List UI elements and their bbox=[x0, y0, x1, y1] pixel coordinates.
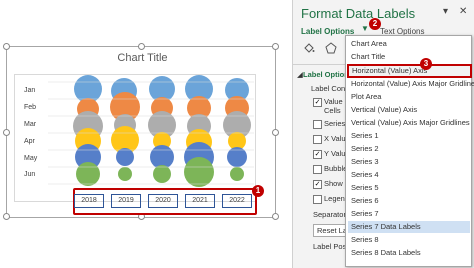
dropdown-item[interactable]: Vertical (Value) Axis bbox=[348, 104, 470, 116]
checkbox-label: Bubble bbox=[324, 164, 348, 173]
separator-label: Separator bbox=[313, 210, 346, 219]
dropdown-item[interactable]: Vertical (Value) Axis Major Gridlines bbox=[348, 117, 470, 129]
checkbox-x-value[interactable] bbox=[313, 135, 322, 144]
dropdown-item[interactable]: Series 3 bbox=[348, 156, 470, 168]
y-tick-label: Jan bbox=[24, 87, 36, 94]
dropdown-item[interactable]: Plot Area bbox=[348, 91, 470, 103]
y-tick-label: Feb bbox=[24, 104, 37, 111]
dropdown-item[interactable]: Series 2 bbox=[348, 143, 470, 155]
dropdown-item-highlighted[interactable]: Horizontal (Value) Axis bbox=[347, 64, 472, 78]
chart-elements-dropdown[interactable]: Chart Area Chart Title Horizontal (Value… bbox=[345, 35, 474, 267]
bubble[interactable] bbox=[76, 162, 100, 186]
dropdown-item[interactable]: Series 6 bbox=[348, 195, 470, 207]
close-icon[interactable]: ✕ bbox=[459, 6, 467, 17]
section-caret-icon: ◢ bbox=[297, 70, 303, 79]
y-tick-label: Apr bbox=[24, 138, 35, 145]
data-label[interactable]: 2021 bbox=[185, 194, 215, 208]
checkbox-label: Series bbox=[324, 119, 346, 128]
pane-title: Format Data Labels bbox=[301, 6, 416, 21]
bubble[interactable] bbox=[153, 165, 171, 183]
chevron-down-icon[interactable]: ▾ bbox=[443, 6, 448, 17]
dropdown-arrow-icon[interactable]: ▼ bbox=[361, 24, 369, 33]
dropdown-item[interactable]: Chart Title bbox=[348, 51, 470, 63]
dropdown-item[interactable]: Series 8 bbox=[348, 234, 470, 246]
dropdown-item[interactable]: Series 1 bbox=[348, 130, 470, 142]
dropdown-item[interactable]: Chart Area bbox=[348, 38, 470, 50]
fill-bucket-icon[interactable] bbox=[303, 42, 315, 54]
step-badge-1: 1 bbox=[252, 185, 264, 197]
dropdown-item[interactable]: Series 8 Data Labels bbox=[348, 247, 470, 259]
dropdown-item[interactable]: Series 4 bbox=[348, 169, 470, 181]
bubble[interactable] bbox=[230, 167, 244, 181]
data-label[interactable]: 2020 bbox=[148, 194, 178, 208]
checkbox-series[interactable] bbox=[313, 120, 322, 129]
pentagon-icon[interactable] bbox=[325, 42, 337, 54]
data-label[interactable]: 2018 bbox=[74, 194, 104, 208]
checkbox-legend-key[interactable] bbox=[313, 195, 322, 204]
checkbox-sublabel: Cells bbox=[324, 106, 341, 115]
checkbox-y-value[interactable]: ✓ bbox=[313, 150, 322, 159]
checkbox-value-from-cells[interactable]: ✓ bbox=[313, 98, 322, 107]
bubble[interactable] bbox=[116, 148, 134, 166]
data-label[interactable]: 2022 bbox=[222, 194, 252, 208]
bubble[interactable] bbox=[118, 167, 132, 181]
y-tick-label: May bbox=[24, 155, 38, 162]
bubble[interactable] bbox=[184, 157, 214, 187]
checkbox-show-leader[interactable]: ✓ bbox=[313, 180, 322, 189]
dropdown-item[interactable]: Series 7 bbox=[348, 208, 470, 220]
data-label[interactable]: 2019 bbox=[111, 194, 141, 208]
step-badge-3: 3 bbox=[420, 58, 432, 70]
checkbox-bubble[interactable] bbox=[313, 165, 322, 174]
y-tick-label: Jun bbox=[24, 171, 36, 178]
y-tick-label: Mar bbox=[24, 121, 37, 128]
dropdown-item[interactable]: Horizontal (Value) Axis Major Gridlines bbox=[348, 78, 474, 90]
dropdown-item-selected[interactable]: Series 7 Data Labels bbox=[348, 221, 470, 233]
dropdown-item[interactable]: Series 5 bbox=[348, 182, 470, 194]
